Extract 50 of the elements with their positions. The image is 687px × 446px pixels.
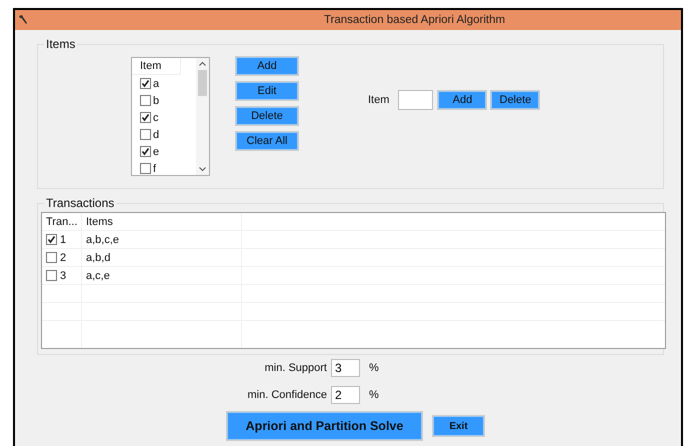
input-field[interactable]: 3 (331, 359, 360, 377)
column-header[interactable]: Tran... (42, 213, 82, 230)
checkbox[interactable] (46, 252, 57, 263)
window-title: Transaction based Apriori Algorithm (322, 14, 506, 26)
list-item[interactable]: f (153, 162, 156, 174)
solve-button[interactable]: Apriori and Partition Solve (227, 412, 422, 440)
table-cell: 3 (60, 270, 66, 282)
delete-button[interactable]: Delete (491, 91, 540, 109)
field-label: min. Support (264, 362, 327, 374)
unit-label: % (369, 389, 379, 401)
exit-button[interactable]: Exit (433, 416, 484, 436)
list-item[interactable]: a (153, 78, 160, 90)
checkbox[interactable] (46, 234, 57, 245)
column-header[interactable]: Item (132, 58, 181, 75)
table-cell: a,b,d (86, 252, 110, 264)
group-label: Items (44, 37, 78, 51)
action-button[interactable]: Clear All (236, 132, 298, 150)
checkbox[interactable] (46, 270, 57, 281)
list-item[interactable]: e (153, 146, 160, 158)
item-list[interactable]: Item a b c d e f (131, 57, 210, 176)
item-input[interactable] (398, 90, 434, 110)
table-cell: 1 (60, 234, 66, 246)
unit-label: % (369, 362, 379, 374)
checkbox[interactable] (140, 146, 151, 157)
checkbox[interactable] (140, 95, 151, 106)
hammer-icon (18, 15, 28, 25)
column-header[interactable]: Items (82, 213, 242, 230)
action-button[interactable]: Delete (236, 107, 298, 125)
scroll-thumb[interactable] (198, 70, 207, 96)
group-label: Transactions (44, 196, 116, 210)
add-button[interactable]: Add (438, 91, 486, 109)
field-label: min. Confidence (246, 389, 327, 401)
checkbox[interactable] (140, 129, 151, 140)
action-button[interactable]: Edit (236, 82, 298, 100)
input-field[interactable]: 2 (331, 386, 360, 404)
table-cell: a,c,e (86, 270, 110, 282)
list-item[interactable]: c (153, 112, 158, 124)
transactions-table[interactable]: Tran... Items 1 a,b,c,e 2 a,b,d 3 a,c,e (41, 212, 666, 349)
table-cell: a,b,c,e (86, 234, 120, 246)
list-item[interactable]: b (153, 94, 160, 106)
table-cell: 2 (60, 252, 66, 264)
scrollbar[interactable] (196, 58, 209, 175)
checkbox[interactable] (140, 112, 151, 123)
action-button[interactable]: Add (236, 57, 298, 75)
list-item[interactable]: d (153, 128, 160, 140)
item-label: Item (368, 94, 390, 106)
checkbox[interactable] (140, 163, 151, 174)
scroll-down-icon[interactable] (199, 167, 206, 171)
scroll-up-icon[interactable] (199, 62, 206, 66)
checkbox[interactable] (140, 78, 151, 89)
